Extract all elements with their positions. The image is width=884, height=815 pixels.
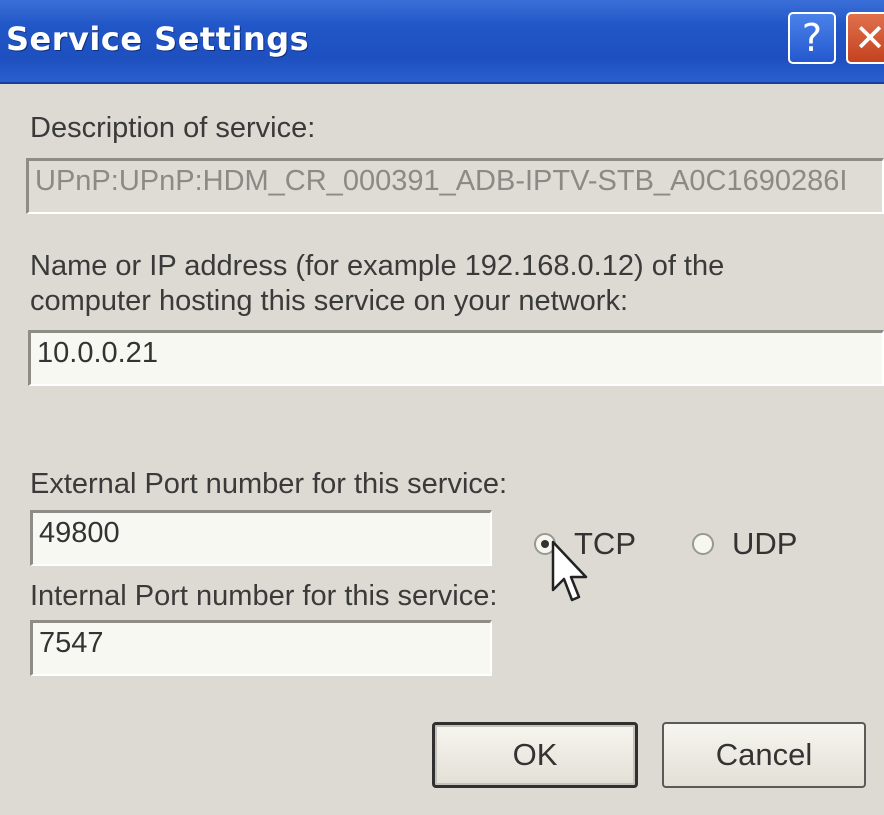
close-button[interactable]: ✕ <box>846 12 884 64</box>
title-bar[interactable]: Service Settings ? ✕ <box>0 0 884 84</box>
ok-button[interactable]: OK <box>432 722 638 788</box>
udp-radio-circle[interactable] <box>692 533 714 555</box>
help-icon: ? <box>801 16 823 60</box>
host-label-line1: Name or IP address (for example 192.168.… <box>30 250 725 282</box>
service-settings-dialog: Service Settings ? ✕ Description of serv… <box>0 0 884 815</box>
udp-radio-label: UDP <box>732 526 798 561</box>
host-label-line2: computer hosting this service on your ne… <box>30 285 628 317</box>
cancel-button-label: Cancel <box>715 737 813 772</box>
cancel-button[interactable]: Cancel <box>662 722 866 788</box>
description-label: Description of service: <box>30 112 316 144</box>
ok-button-label: OK <box>512 737 558 772</box>
description-field: UPnP:UPnP:HDM_CR_000391_ADB-IPTV-STB_A0C… <box>26 158 884 214</box>
dialog-title: Service Settings <box>6 20 310 58</box>
host-address-input[interactable]: 10.0.0.21 <box>28 330 884 386</box>
external-port-label: External Port number for this service: <box>30 468 508 500</box>
internal-port-label: Internal Port number for this service: <box>30 580 498 612</box>
mouse-cursor-icon <box>551 540 588 602</box>
udp-radio[interactable]: UDP <box>692 526 797 562</box>
help-button[interactable]: ? <box>788 12 836 64</box>
external-port-input[interactable]: 49800 <box>30 510 492 566</box>
internal-port-input[interactable]: 7547 <box>30 620 492 676</box>
close-icon: ✕ <box>854 16 884 60</box>
